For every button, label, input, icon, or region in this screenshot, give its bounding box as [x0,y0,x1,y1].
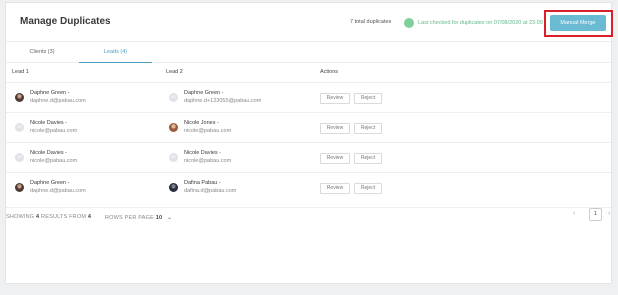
avatar [15,92,24,102]
lead-email: daphne.d+123055@pabau.com [184,98,262,104]
table-row: ND Nicole Davies - nicole@pabau.com ND N… [6,142,611,172]
results-summary: SHOWING 4 RESULTS FROM 4 [6,214,91,220]
tab-leads[interactable]: Leads (4) [79,42,152,63]
lead-email: nicole@pabau.com [30,158,78,164]
avatar: ND [15,122,24,132]
lead1-cell: Daphne Green - daphne.d@pabau.com [15,89,86,105]
review-button[interactable]: Review [320,123,350,134]
reject-button[interactable]: Reject [354,93,382,104]
manual-merge-button[interactable]: Manual Merge [550,15,606,31]
lead2-cell: Nicole Jones - nicole@pabau.com [169,119,231,135]
reject-button[interactable]: Reject [354,183,382,194]
column-header-actions: Actions [320,69,339,75]
lead-email: daphne.d@pabau.com [30,98,86,104]
duplicates-card: Manage Duplicates 7 total duplicates Las… [5,2,613,284]
review-button[interactable]: Review [320,183,350,194]
lead1-cell: ND Nicole Davies - nicole@pabau.com [15,149,77,165]
avatar: ND [169,152,178,162]
column-header-lead1: Lead 1 [12,69,29,75]
lead-email: nicole@pabau.com [30,128,78,134]
avatar [15,182,24,192]
lead-name[interactable]: Daphne Green - [184,89,261,97]
review-button[interactable]: Review [320,153,350,164]
review-button[interactable]: Review [320,93,350,104]
avatar [169,122,178,132]
lead2-cell: Dafina Pabau - dafina.d@pabau.com [169,179,236,195]
showing-prefix: SHOWING [6,214,35,220]
last-checked-text: Last checked for duplicates on 07/08/202… [418,20,543,26]
results-from-label: RESULTS FROM [41,214,87,220]
lead-name[interactable]: Nicole Jones - [184,119,231,127]
lead-name[interactable]: Dafina Pabau - [184,179,236,187]
lead-name[interactable]: Nicole Davies - [30,119,77,127]
lead1-cell: Daphne Green - daphne.d@pabau.com [15,179,86,195]
lead-email: nicole@pabau.com [184,158,232,164]
tab-clients[interactable]: Clients (3) [20,42,64,63]
page-title: Manage Duplicates [20,16,111,27]
column-header-lead2: Lead 2 [166,69,183,75]
lead-name[interactable]: Daphne Green - [30,179,86,187]
rows-per-page-select[interactable]: ROWS PER PAGE 10 ⌄ [105,214,172,221]
results-total: 4 [87,214,92,220]
lead-email: dafina.d@pabau.com [184,188,237,194]
lead-name[interactable]: Nicole Davies - [30,149,77,157]
chevron-left-icon[interactable]: ‹ [573,210,575,217]
lead-name[interactable]: Daphne Green - [30,89,86,97]
rows-per-page-label: ROWS PER PAGE [105,215,154,221]
lead2-cell: ND Nicole Davies - nicole@pabau.com [169,149,231,165]
lead-email: nicole@pabau.com [184,128,232,134]
reject-button[interactable]: Reject [354,123,382,134]
status-dot-icon [404,18,414,28]
chevron-right-icon[interactable]: › [608,210,610,217]
table-row: Daphne Green - daphne.d@pabau.com Dafina… [6,172,611,202]
table-row: Daphne Green - daphne.d@pabau.com DG Dap… [6,82,611,112]
lead2-cell: DG Daphne Green - daphne.d+123055@pabau.… [169,89,261,105]
reject-button[interactable]: Reject [354,153,382,164]
avatar [169,182,178,192]
chevron-down-icon: ⌄ [166,215,173,221]
avatar: DG [169,92,178,102]
last-checked-status: Last checked for duplicates on 07/08/202… [404,16,543,30]
total-duplicates: 7 total duplicates [350,19,392,25]
avatar: ND [15,152,24,162]
lead-name[interactable]: Nicole Davies - [184,149,231,157]
rows-per-page-value: 10 [155,215,163,221]
table-row: ND Nicole Davies - nicole@pabau.com Nico… [6,112,611,142]
lead1-cell: ND Nicole Davies - nicole@pabau.com [15,119,77,135]
page-header: Manage Duplicates 7 total duplicates Las… [6,3,613,41]
table-footer: SHOWING 4 RESULTS FROM 4 ROWS PER PAGE 1… [6,207,611,221]
tab-bar: Clients (3) Leads (4) [6,41,611,63]
showing-count: 4 [36,214,40,220]
lead-email: daphne.d@pabau.com [30,188,86,194]
pagination-current-page[interactable]: 1 [589,208,602,221]
